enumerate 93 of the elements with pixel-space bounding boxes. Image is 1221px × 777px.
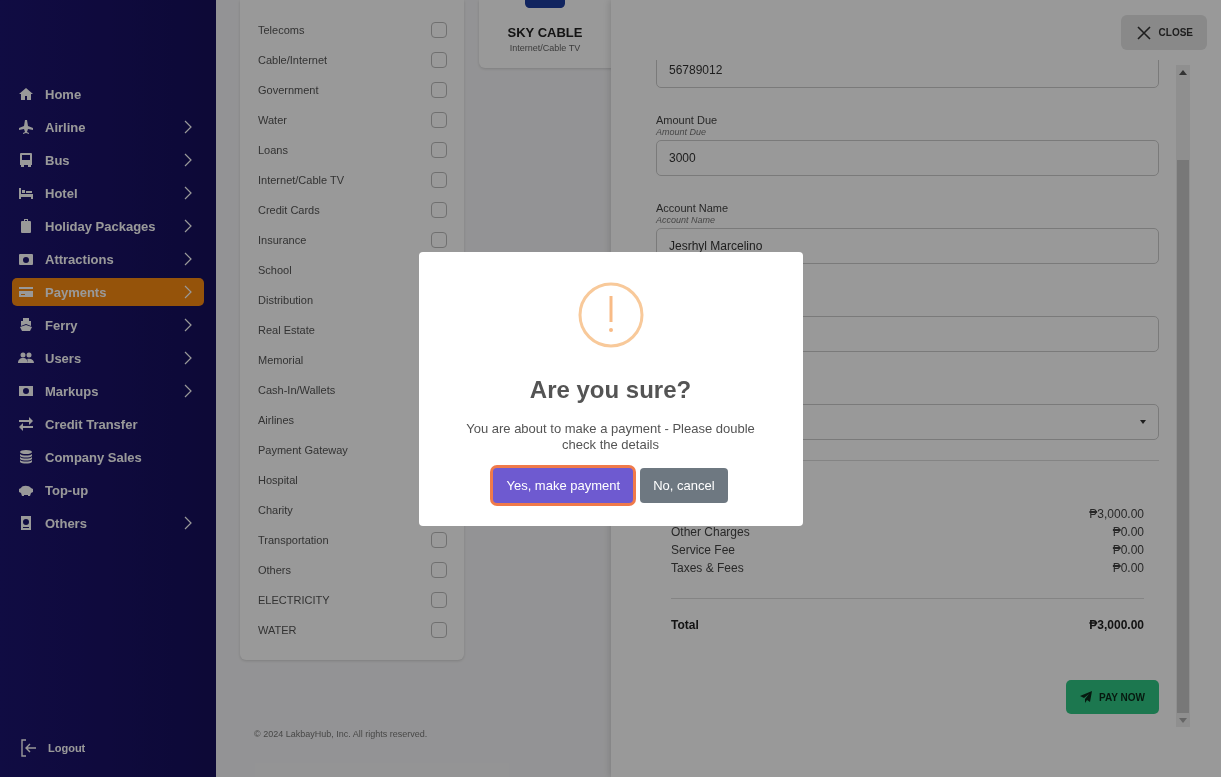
sidebar-item[interactable]: Top-up bbox=[12, 476, 204, 504]
field-hint: Account Name bbox=[656, 215, 716, 225]
close-button[interactable]: CLOSE bbox=[1120, 15, 1207, 50]
total-value: ₱3,000.00 bbox=[1089, 618, 1144, 632]
total-label: Total bbox=[671, 618, 699, 632]
input-field[interactable]: 56789012 bbox=[656, 60, 1159, 88]
paper-plane-icon bbox=[1080, 691, 1093, 703]
camera-icon bbox=[18, 251, 34, 267]
home-icon bbox=[18, 86, 34, 102]
category-label: WATER bbox=[258, 624, 297, 636]
sidebar-item[interactable]: Ferry bbox=[12, 311, 204, 339]
passport-icon bbox=[18, 515, 34, 531]
confirm-button[interactable]: Yes, make payment bbox=[493, 467, 634, 503]
field-hint: Amount Due bbox=[656, 127, 707, 137]
sidebar-item[interactable]: Attractions bbox=[12, 245, 204, 273]
category-label: Transportation bbox=[258, 534, 329, 546]
category-label: Distribution bbox=[258, 294, 314, 306]
bus-icon bbox=[18, 152, 34, 168]
scrollbar[interactable] bbox=[1176, 65, 1190, 727]
caret-icon bbox=[1140, 420, 1146, 424]
field-label: Account Name bbox=[656, 202, 729, 214]
exclamation-icon bbox=[577, 281, 644, 348]
charge-amount: ₱3,000.00 bbox=[1089, 507, 1144, 523]
category-label: Payment Gateway bbox=[258, 444, 348, 456]
charge-amount: ₱0.00 bbox=[1112, 561, 1144, 577]
checkbox[interactable] bbox=[431, 82, 447, 98]
biller-category: Internet/Cable TV bbox=[508, 43, 582, 53]
sidebar-item[interactable]: Bus bbox=[12, 146, 204, 174]
charge-label: Taxes & Fees bbox=[671, 561, 744, 577]
charge-label: Service Fee bbox=[671, 543, 736, 559]
charge-amount: ₱0.00 bbox=[1112, 525, 1144, 541]
transfer-icon bbox=[18, 416, 34, 432]
sidebar-item[interactable]: Company Sales bbox=[12, 443, 204, 471]
category-label: Internet/Cable TV bbox=[258, 174, 344, 186]
category-label: Airlines bbox=[258, 414, 295, 426]
logo-icon bbox=[523, 0, 567, 8]
checkbox[interactable] bbox=[431, 172, 447, 188]
category-label: Telecoms bbox=[258, 24, 305, 36]
users-icon bbox=[18, 350, 34, 366]
field-label: Amount Due bbox=[656, 114, 718, 126]
close-icon bbox=[1136, 25, 1151, 40]
category-label: Credit Cards bbox=[258, 204, 320, 216]
category-label: Loans bbox=[258, 144, 288, 156]
sidebar-item[interactable]: Others bbox=[12, 509, 204, 537]
checkbox[interactable] bbox=[431, 202, 447, 218]
sidebar-item[interactable]: Hotel bbox=[12, 179, 204, 207]
sidebar-item[interactable]: Credit Transfer bbox=[12, 410, 204, 438]
checkbox[interactable] bbox=[431, 622, 447, 638]
checkbox[interactable] bbox=[431, 592, 447, 608]
biller-name: SKY CABLE bbox=[506, 25, 584, 40]
category-label: School bbox=[258, 264, 292, 276]
category-label: ELECTRICITY bbox=[258, 594, 330, 606]
category-label: Charity bbox=[258, 504, 293, 516]
checkbox[interactable] bbox=[431, 112, 447, 128]
checkbox[interactable] bbox=[431, 562, 447, 578]
sidebar-item[interactable]: Home bbox=[12, 80, 204, 108]
category-label: Water bbox=[258, 114, 287, 126]
dialog-title: Are you sure? bbox=[529, 374, 692, 405]
sidebar-item[interactable]: Airline bbox=[12, 113, 204, 141]
logout-icon bbox=[20, 739, 38, 757]
category-label: Cable/Internet bbox=[258, 54, 328, 66]
category-label: Others bbox=[258, 564, 291, 576]
dialog-message: You are about to make a payment - Please double check the details bbox=[465, 420, 756, 453]
coins-icon bbox=[18, 449, 34, 465]
checkbox[interactable] bbox=[431, 532, 447, 548]
category-label: Government bbox=[258, 84, 319, 96]
category-label: Hospital bbox=[258, 474, 298, 486]
category-label: Real Estate bbox=[258, 324, 315, 336]
scroll-up-icon bbox=[1179, 70, 1187, 75]
bed-icon bbox=[18, 185, 34, 201]
charge-label: Other Charges bbox=[671, 525, 750, 541]
checkbox[interactable] bbox=[431, 232, 447, 248]
checkbox[interactable] bbox=[431, 142, 447, 158]
money-icon bbox=[18, 383, 34, 399]
category-label: Insurance bbox=[258, 234, 307, 246]
sidebar-item[interactable]: Holiday Packages bbox=[12, 212, 204, 240]
scroll-down-icon bbox=[1179, 718, 1187, 723]
sidebar-item[interactable]: Users bbox=[12, 344, 204, 372]
card-icon bbox=[18, 284, 34, 300]
suitcase-icon bbox=[18, 218, 34, 234]
airplane-icon bbox=[18, 119, 34, 135]
checkbox[interactable] bbox=[431, 52, 447, 68]
category-label: Memorial bbox=[258, 354, 304, 366]
input-field[interactable]: 3000 bbox=[656, 140, 1159, 176]
cancel-button[interactable]: No, cancel bbox=[640, 467, 728, 503]
logout-link[interactable]: Logout bbox=[48, 742, 86, 754]
pay-now-button[interactable]: PAY NOW bbox=[1066, 680, 1159, 714]
checkbox[interactable] bbox=[431, 22, 447, 38]
category-label: Cash-In/Wallets bbox=[258, 384, 336, 396]
copyright-text: © 2024 LakbayHub, Inc. All rights reserved. bbox=[253, 729, 429, 739]
charge-amount: ₱0.00 bbox=[1112, 543, 1144, 559]
ship-icon bbox=[18, 317, 34, 333]
sidebar-item[interactable]: Markups bbox=[12, 377, 204, 405]
